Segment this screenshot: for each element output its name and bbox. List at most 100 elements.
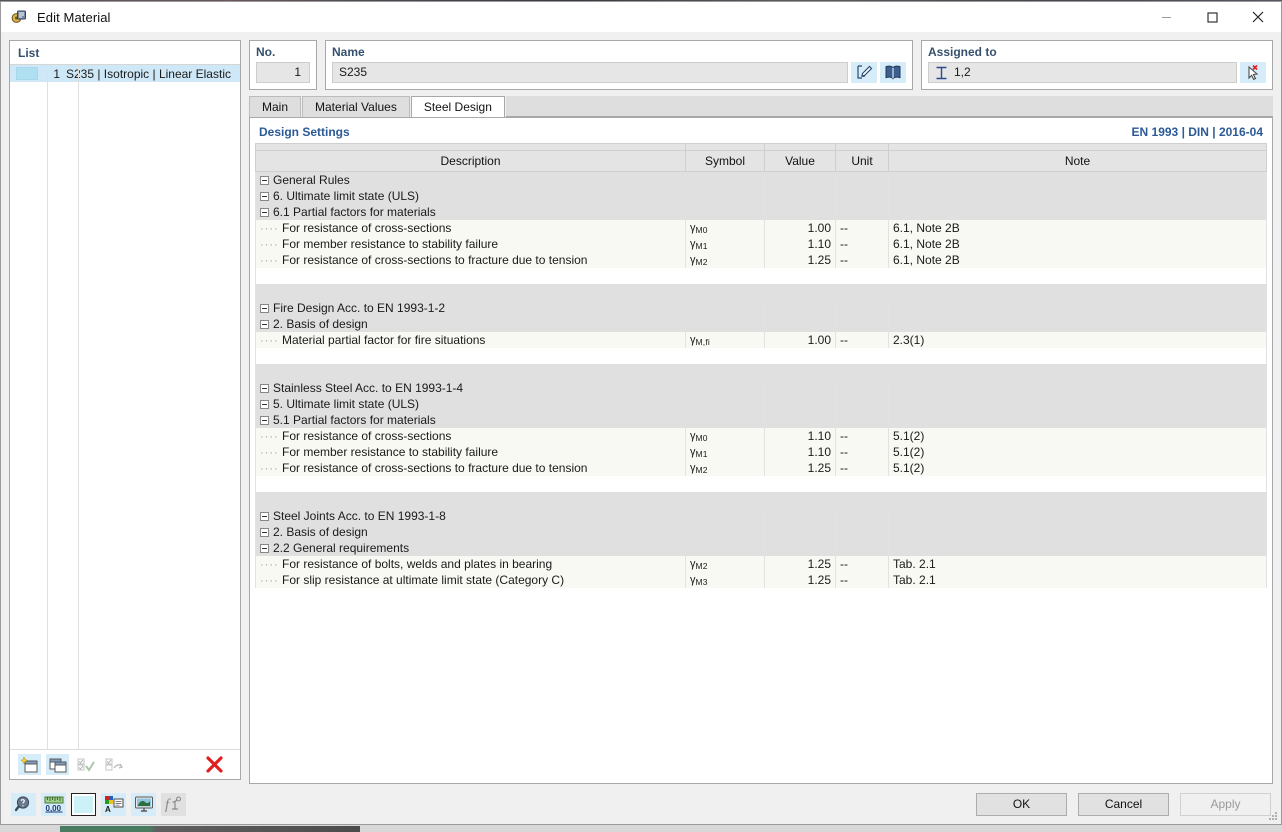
cell-value — [764, 171, 836, 188]
color-swatch-icon[interactable] — [71, 792, 96, 816]
copy-material-button[interactable] — [46, 754, 69, 775]
magnifier-question-icon[interactable] — [11, 792, 36, 816]
table-row[interactable]: ···· For resistance of cross-sections to… — [255, 251, 1267, 268]
cell-symbol: γM0 — [685, 427, 765, 444]
tab-main[interactable]: Main — [249, 96, 302, 117]
table-row[interactable]: ···· For resistance of cross-sections γM0… — [255, 427, 1267, 444]
table-row[interactable]: ···· For resistance of bolts, welds and … — [255, 555, 1267, 572]
tree-collapse-icon[interactable] — [260, 543, 269, 553]
table-row[interactable]: ···· For member resistance to stability … — [255, 443, 1267, 460]
cell-symbol — [685, 539, 765, 556]
cell-value[interactable]: 1.25 — [764, 459, 836, 476]
cell-unit: -- — [835, 331, 889, 348]
table-group-row[interactable]: General Rules — [255, 171, 1267, 188]
check-all-button — [74, 754, 97, 775]
tree-collapse-icon[interactable] — [260, 176, 269, 186]
material-list-panel: List 1 S235 | Isotropic | Linear Elastic — [9, 40, 241, 780]
dialog-body: List 1 S235 | Isotropic | Linear Elastic — [1, 32, 1281, 824]
tab-material-values[interactable]: Material Values — [302, 96, 410, 117]
column-header-description[interactable]: Description — [255, 150, 686, 172]
tree-collapse-icon[interactable] — [260, 399, 269, 409]
column-header-unit[interactable]: Unit — [835, 150, 889, 172]
edit-material-dialog: Edit Material List 1 S235 | Isotropic | … — [0, 1, 1282, 825]
cell-value[interactable]: 1.00 — [764, 219, 836, 236]
cell-value[interactable]: 1.00 — [764, 331, 836, 348]
table-group-row[interactable]: 2. Basis of design — [255, 523, 1267, 540]
cell-value[interactable]: 1.10 — [764, 427, 836, 444]
maximize-button[interactable] — [1189, 2, 1235, 32]
table-row[interactable]: ···· Material partial factor for fire si… — [255, 331, 1267, 348]
tree-leaf-connector: ···· — [260, 430, 279, 443]
name-field[interactable]: S235 — [332, 62, 848, 83]
table-group-row[interactable]: 2.2 General requirements — [255, 539, 1267, 556]
minimize-button[interactable] — [1143, 2, 1189, 32]
design-settings-header: Design Settings EN 1993 | DIN | 2016-04 — [255, 123, 1267, 143]
cell-value[interactable]: 1.10 — [764, 235, 836, 252]
description-label: For member resistance to stability failu… — [282, 444, 499, 459]
book-icon[interactable] — [880, 62, 906, 83]
cell-description: ···· For resistance of cross-sections to… — [255, 459, 686, 476]
cell-value — [764, 299, 836, 316]
right-pane: No. 1 Name S235 Assigned to 1,2 Main Mat… — [249, 40, 1273, 784]
table-group-row[interactable]: 6.1 Partial factors for materials — [255, 203, 1267, 220]
tree-collapse-icon[interactable] — [260, 319, 269, 329]
material-list[interactable]: 1 S235 | Isotropic | Linear Elastic — [10, 65, 240, 749]
assigned-to-field[interactable]: 1,2 — [928, 62, 1237, 83]
cell-value[interactable]: 1.10 — [764, 443, 836, 460]
delete-material-button[interactable] — [203, 754, 226, 775]
new-material-button[interactable] — [18, 754, 41, 775]
cancel-button[interactable]: Cancel — [1078, 792, 1169, 816]
table-row[interactable]: ···· For slip resistance at ultimate lim… — [255, 571, 1267, 588]
table-group-row[interactable]: 2. Basis of design — [255, 315, 1267, 332]
cell-value[interactable]: 1.25 — [764, 555, 836, 572]
tree-collapse-icon[interactable] — [260, 303, 269, 313]
table-group-row[interactable]: 5. Ultimate limit state (ULS) — [255, 395, 1267, 412]
list-item[interactable]: 1 S235 | Isotropic | Linear Elastic — [10, 65, 240, 82]
cursor-pick-icon[interactable] — [1240, 62, 1266, 83]
cell-symbol: γM3 — [685, 571, 765, 588]
tree-collapse-icon[interactable] — [260, 207, 269, 217]
column-header-symbol[interactable]: Symbol — [685, 150, 765, 172]
cell-unit: -- — [835, 251, 889, 268]
table-row[interactable]: ···· For member resistance to stability … — [255, 235, 1267, 252]
monitor-icon[interactable] — [131, 792, 156, 816]
table-row[interactable]: ···· For resistance of cross-sections to… — [255, 459, 1267, 476]
colors-label-icon[interactable]: A — [101, 792, 126, 816]
table-row[interactable]: ···· For resistance of cross-sections γM0… — [255, 219, 1267, 236]
no-field[interactable]: 1 — [256, 62, 310, 83]
table-group-row[interactable]: 6. Ultimate limit state (ULS) — [255, 187, 1267, 204]
column-header-value[interactable]: Value — [764, 150, 836, 172]
cell-symbol — [685, 203, 765, 220]
design-settings-caption: Design Settings — [259, 125, 350, 139]
table-group-row[interactable]: 5.1 Partial factors for materials — [255, 411, 1267, 428]
ok-button[interactable]: OK — [976, 792, 1067, 816]
table-group-row[interactable]: Stainless Steel Acc. to EN 1993-1-4 — [255, 379, 1267, 396]
tree-collapse-icon[interactable] — [260, 383, 269, 393]
reset-selection-button — [102, 754, 125, 775]
description-label: For resistance of cross-sections to frac… — [282, 252, 588, 267]
ruler-decimals-icon[interactable]: 0,00 — [41, 792, 66, 816]
cell-value[interactable]: 1.25 — [764, 571, 836, 588]
material-color-swatch[interactable] — [16, 67, 38, 80]
cell-note — [888, 411, 1267, 428]
cell-note — [888, 395, 1267, 412]
cell-description: Stainless Steel Acc. to EN 1993-1-4 — [255, 379, 686, 396]
cell-unit — [835, 299, 889, 316]
tree-collapse-icon[interactable] — [260, 511, 269, 521]
cell-value[interactable]: 1.25 — [764, 251, 836, 268]
column-header-note[interactable]: Note — [888, 150, 1267, 172]
table-group-row[interactable]: Fire Design Acc. to EN 1993-1-2 — [255, 299, 1267, 316]
tab-steel-design[interactable]: Steel Design — [410, 96, 505, 117]
cell-symbol — [685, 187, 765, 204]
tree-collapse-icon[interactable] — [260, 191, 269, 201]
resize-grip[interactable] — [1266, 809, 1278, 821]
cell-description: ···· For resistance of cross-sections — [255, 427, 686, 444]
description-label: 2. Basis of design — [273, 316, 368, 331]
table-group-row[interactable]: Steel Joints Acc. to EN 1993-1-8 — [255, 507, 1267, 524]
tree-leaf-connector: ···· — [260, 334, 279, 347]
tree-collapse-icon[interactable] — [260, 415, 269, 425]
edit-pencil-icon[interactable] — [851, 62, 877, 83]
cell-description: ···· For resistance of cross-sections to… — [255, 251, 686, 268]
tree-collapse-icon[interactable] — [260, 527, 269, 537]
close-button[interactable] — [1235, 2, 1281, 32]
